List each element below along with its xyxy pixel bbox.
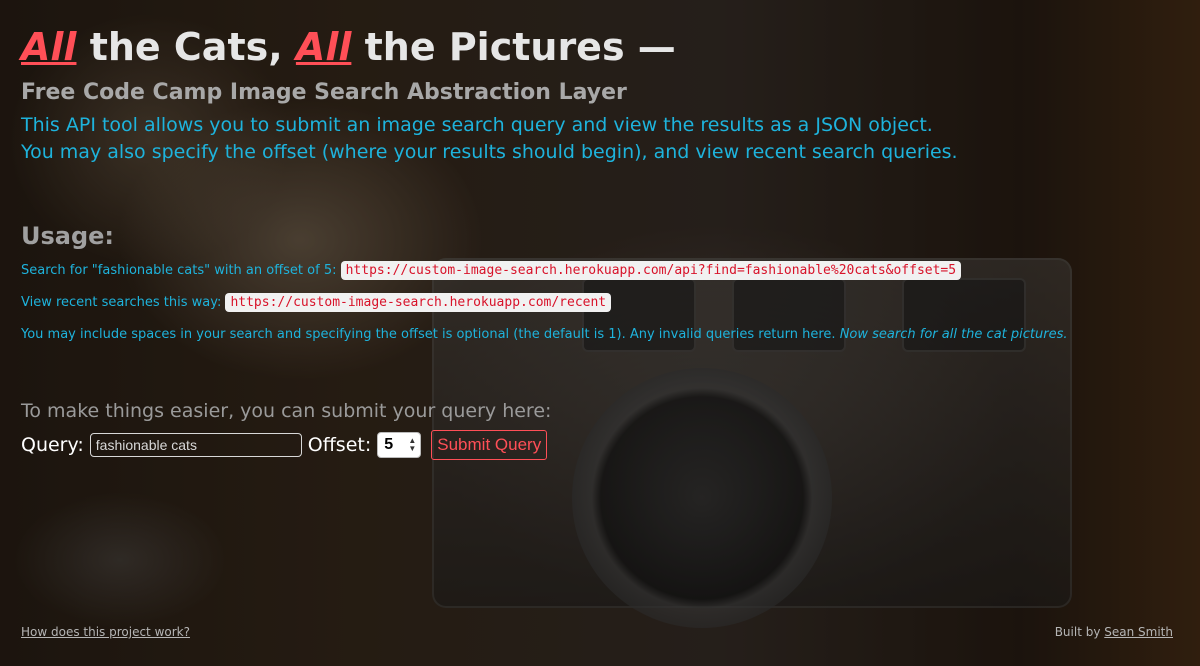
form-hint: To make things easier, you can submit yo… <box>21 400 552 422</box>
built-by-text: Built by <box>1054 625 1105 639</box>
title-emphasis: All <box>21 25 77 69</box>
query-input[interactable] <box>89 433 302 457</box>
stepper-arrows-icon[interactable]: ▲ ▼ <box>408 437 416 453</box>
query-label: Query: <box>21 434 84 456</box>
title-emphasis: All <box>295 25 352 69</box>
recent-url-code: https://custom-image-search.herokuapp.co… <box>225 293 612 312</box>
offset-label: Offset: <box>307 434 372 456</box>
intro-line: You may also specify the offset (where y… <box>21 141 958 163</box>
usage-heading: Usage: <box>21 222 115 250</box>
usage-note-text: You may include spaces in your search an… <box>21 327 840 342</box>
usage-search-label: Search for "fashionable cats" with an of… <box>21 263 341 278</box>
footer-credit: Built by Sean Smith <box>1055 625 1173 639</box>
intro-line: This API tool allows you to submit an im… <box>21 114 933 136</box>
title-text: the Cats, <box>76 25 296 69</box>
main-content: All the Cats, All the Pictures — Free Co… <box>21 0 1181 460</box>
author-link[interactable]: Sean Smith <box>1104 625 1173 639</box>
usage-recent-example: View recent searches this way: https://c… <box>21 292 1181 314</box>
usage-note-emphasis: Now search for all the cat pictures. <box>839 327 1068 342</box>
usage-recent-label: View recent searches this way: <box>21 295 226 310</box>
page-subtitle: Free Code Camp Image Search Abstraction … <box>21 80 627 105</box>
usage-note: You may include spaces in your search an… <box>21 324 1181 346</box>
title-text: the Pictures — <box>351 25 676 69</box>
offset-value: 5 <box>384 436 394 453</box>
page-title: All the Cats, All the Pictures — <box>21 22 1181 72</box>
submit-query-button[interactable]: Submit Query <box>431 430 548 460</box>
intro-text: This API tool allows you to submit an im… <box>21 112 1181 166</box>
how-it-works-link[interactable]: How does this project work? <box>21 625 190 639</box>
search-url-code: https://custom-image-search.herokuapp.co… <box>340 261 962 280</box>
usage-search-example: Search for "fashionable cats" with an of… <box>21 260 1181 282</box>
search-form: Query: Offset: 5 ▲▼ Submit Query <box>21 430 1181 460</box>
offset-stepper[interactable]: 5 ▲ ▼ <box>377 432 422 458</box>
